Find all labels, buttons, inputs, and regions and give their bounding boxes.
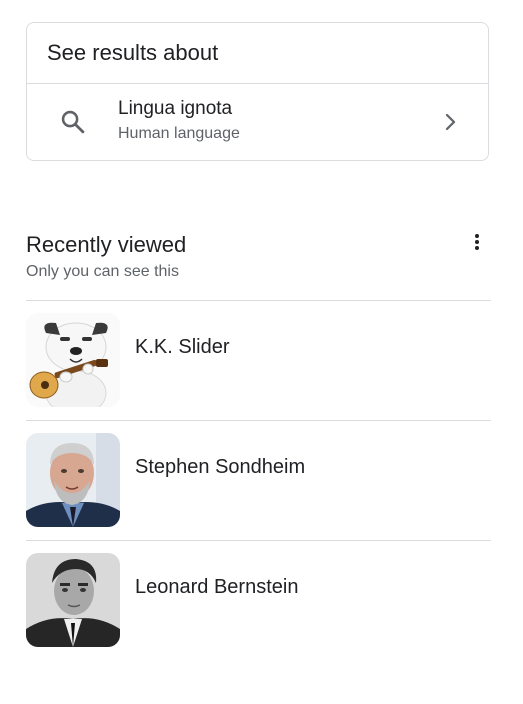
leonard-bernstein-photo xyxy=(26,553,120,647)
see-results-about-header: See results about xyxy=(27,23,488,84)
recently-viewed-subtitle: Only you can see this xyxy=(26,263,179,280)
list-item[interactable]: Leonard Bernstein xyxy=(26,540,491,660)
more-options-button[interactable] xyxy=(466,230,488,254)
stephen-sondheim-photo xyxy=(26,433,120,527)
entity-text: Lingua ignota Human language xyxy=(118,97,240,145)
list-item-name: Stephen Sondheim xyxy=(135,456,306,478)
list-item[interactable]: Stephen Sondheim xyxy=(26,420,491,540)
search-icon xyxy=(59,108,87,136)
list-item[interactable]: K.K. Slider xyxy=(26,300,491,420)
entity-subtitle: Human language xyxy=(118,125,240,142)
more-vert-icon xyxy=(466,234,488,258)
chevron-right-icon xyxy=(438,110,462,134)
list-item-name: Leonard Bernstein xyxy=(135,576,299,598)
kk-slider-avatar xyxy=(26,313,120,407)
recently-viewed-list: K.K. Slider Stephen Sondheim Leonard Ber… xyxy=(26,300,491,660)
recently-viewed-title: Recently viewed xyxy=(26,232,187,257)
see-results-about-card: See results about Lingua ignota Human la… xyxy=(26,22,489,161)
see-results-about-title: See results about xyxy=(47,40,219,65)
entity-link-lingua-ignota[interactable]: Lingua ignota Human language xyxy=(27,84,488,161)
entity-title: Lingua ignota xyxy=(118,98,233,119)
list-item-name: K.K. Slider xyxy=(135,336,230,358)
